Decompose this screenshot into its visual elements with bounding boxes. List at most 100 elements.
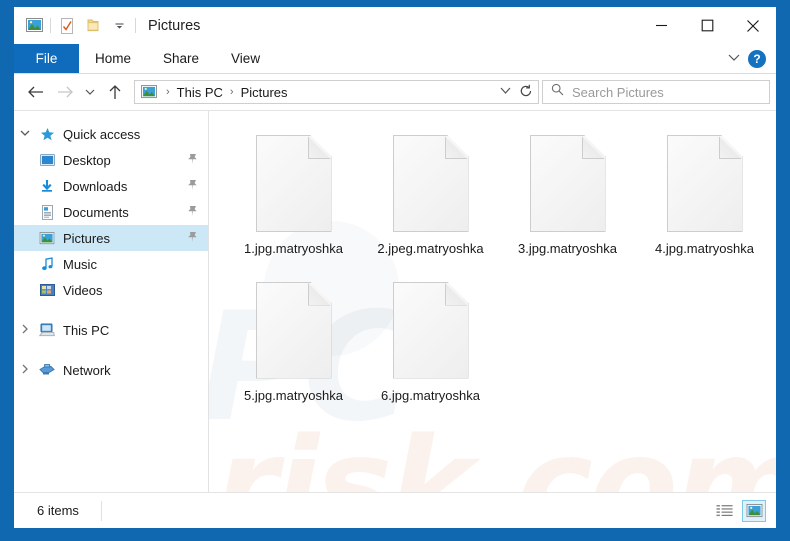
customize-dropdown-icon[interactable]: [106, 13, 132, 39]
close-button[interactable]: [730, 7, 776, 44]
file-name-label: 5.jpg.matryoshka: [232, 387, 356, 405]
item-count-label: 6 items: [22, 503, 79, 518]
minimize-button[interactable]: [638, 7, 684, 44]
ribbon-tabs: File Home Share View ?: [14, 44, 776, 74]
pictures-icon[interactable]: [21, 13, 47, 39]
sidebar-item-label: Documents: [63, 205, 129, 220]
generic-file-icon: [256, 282, 332, 379]
file-item[interactable]: 6.jpg.matryoshka: [362, 276, 499, 405]
sidebar-item-this-pc[interactable]: This PC: [14, 317, 208, 343]
window-controls: [638, 7, 776, 44]
search-icon: [551, 83, 564, 101]
pin-icon[interactable]: [187, 231, 198, 246]
file-name-label: 3.jpg.matryoshka: [506, 240, 630, 258]
sidebar-item-label: Pictures: [63, 231, 110, 246]
breadcrumb-pictures[interactable]: Pictures: [239, 85, 290, 100]
file-name-label: 2.jpeg.matryoshka: [369, 240, 493, 258]
toolbar-divider-2: [135, 18, 136, 33]
generic-file-icon: [393, 135, 469, 232]
pin-icon[interactable]: [187, 205, 198, 220]
pin-icon[interactable]: [187, 179, 198, 194]
back-button[interactable]: [20, 77, 50, 107]
generic-file-icon: [393, 282, 469, 379]
explorer-body: Quick access Desktop: [14, 110, 776, 492]
sidebar-item-label: Downloads: [63, 179, 127, 194]
music-icon: [36, 257, 58, 271]
documents-icon: [36, 205, 58, 220]
status-divider: [101, 501, 102, 521]
tab-share[interactable]: Share: [147, 44, 215, 73]
sidebar-item-downloads[interactable]: Downloads: [14, 173, 208, 199]
desktop-icon: [36, 154, 58, 167]
status-bar: 6 items: [14, 492, 776, 528]
file-name-label: 4.jpg.matryoshka: [643, 240, 767, 258]
watermark-text-2: risk.com: [215, 411, 776, 492]
file-grid: 1.jpg.matryoshka 2.jpeg.matryoshka 3.jpg…: [225, 129, 776, 404]
recent-locations-button[interactable]: [80, 77, 100, 107]
sidebar-item-videos[interactable]: Videos: [14, 277, 208, 303]
star-icon: [36, 127, 58, 142]
generic-file-icon: [530, 135, 606, 232]
properties-icon[interactable]: [54, 13, 80, 39]
window-title: Pictures: [148, 18, 200, 34]
file-name-label: 1.jpg.matryoshka: [232, 240, 356, 258]
address-pictures-icon: [138, 85, 161, 99]
breadcrumb-this-pc[interactable]: This PC: [175, 85, 225, 100]
sidebar-item-network[interactable]: Network: [14, 357, 208, 383]
chevron-right-icon[interactable]: [14, 364, 36, 377]
sidebar-item-label: Music: [63, 257, 97, 272]
large-icons-view-button[interactable]: [742, 500, 766, 522]
tab-view[interactable]: View: [215, 44, 276, 73]
ribbon-right-controls: ?: [726, 44, 772, 74]
maximize-button[interactable]: [684, 7, 730, 44]
tab-home[interactable]: Home: [79, 44, 147, 73]
title-bar: Pictures: [14, 7, 776, 44]
sidebar-item-pictures[interactable]: Pictures: [14, 225, 208, 251]
file-list-view[interactable]: PC risk.com 1.jpg.matryoshka 2.jpeg.matr…: [209, 111, 776, 492]
sidebar-item-desktop[interactable]: Desktop: [14, 147, 208, 173]
videos-icon: [36, 284, 58, 297]
sidebar-group-label: Quick access: [63, 127, 140, 142]
sidebar-group-quick-access[interactable]: Quick access: [14, 121, 208, 147]
tab-file[interactable]: File: [14, 44, 79, 73]
file-item[interactable]: 5.jpg.matryoshka: [225, 276, 362, 405]
address-dropdown-icon[interactable]: [499, 86, 512, 98]
generic-file-icon: [667, 135, 743, 232]
downloads-icon: [36, 179, 58, 193]
this-pc-icon: [36, 323, 58, 337]
toolbar-divider: [50, 18, 51, 33]
breadcrumb-separator-1: ›: [161, 86, 175, 98]
address-bar: › This PC › Pictures Search Pictu: [14, 74, 776, 110]
new-folder-icon[interactable]: [80, 13, 106, 39]
pin-icon[interactable]: [187, 153, 198, 168]
sidebar-item-documents[interactable]: Documents: [14, 199, 208, 225]
file-item[interactable]: 1.jpg.matryoshka: [225, 129, 362, 258]
file-item[interactable]: 3.jpg.matryoshka: [499, 129, 636, 258]
sidebar-item-label: This PC: [63, 323, 109, 338]
view-mode-buttons: [712, 500, 766, 522]
up-button[interactable]: [100, 77, 130, 107]
chevron-right-icon[interactable]: [14, 324, 36, 337]
expand-ribbon-icon[interactable]: [726, 50, 742, 68]
file-name-label: 6.jpg.matryoshka: [369, 387, 493, 405]
pictures-icon: [36, 232, 58, 245]
sidebar-item-label: Desktop: [63, 153, 111, 168]
sidebar-item-label: Videos: [63, 283, 103, 298]
address-field[interactable]: › This PC › Pictures: [134, 80, 539, 104]
generic-file-icon: [256, 135, 332, 232]
search-box[interactable]: Search Pictures: [542, 80, 770, 104]
quick-access-toolbar: [14, 13, 139, 39]
forward-button[interactable]: [50, 77, 80, 107]
sidebar-item-music[interactable]: Music: [14, 251, 208, 277]
refresh-icon[interactable]: [519, 84, 533, 101]
chevron-down-icon[interactable]: [14, 129, 36, 140]
sidebar-item-label: Network: [63, 363, 111, 378]
file-item[interactable]: 4.jpg.matryoshka: [636, 129, 773, 258]
help-icon[interactable]: ?: [748, 50, 766, 68]
file-item[interactable]: 2.jpeg.matryoshka: [362, 129, 499, 258]
navigation-pane: Quick access Desktop: [14, 111, 209, 492]
details-view-button[interactable]: [712, 500, 736, 522]
search-input[interactable]: Search Pictures: [572, 85, 664, 100]
network-icon: [36, 363, 58, 377]
breadcrumb-separator-2: ›: [225, 86, 239, 98]
